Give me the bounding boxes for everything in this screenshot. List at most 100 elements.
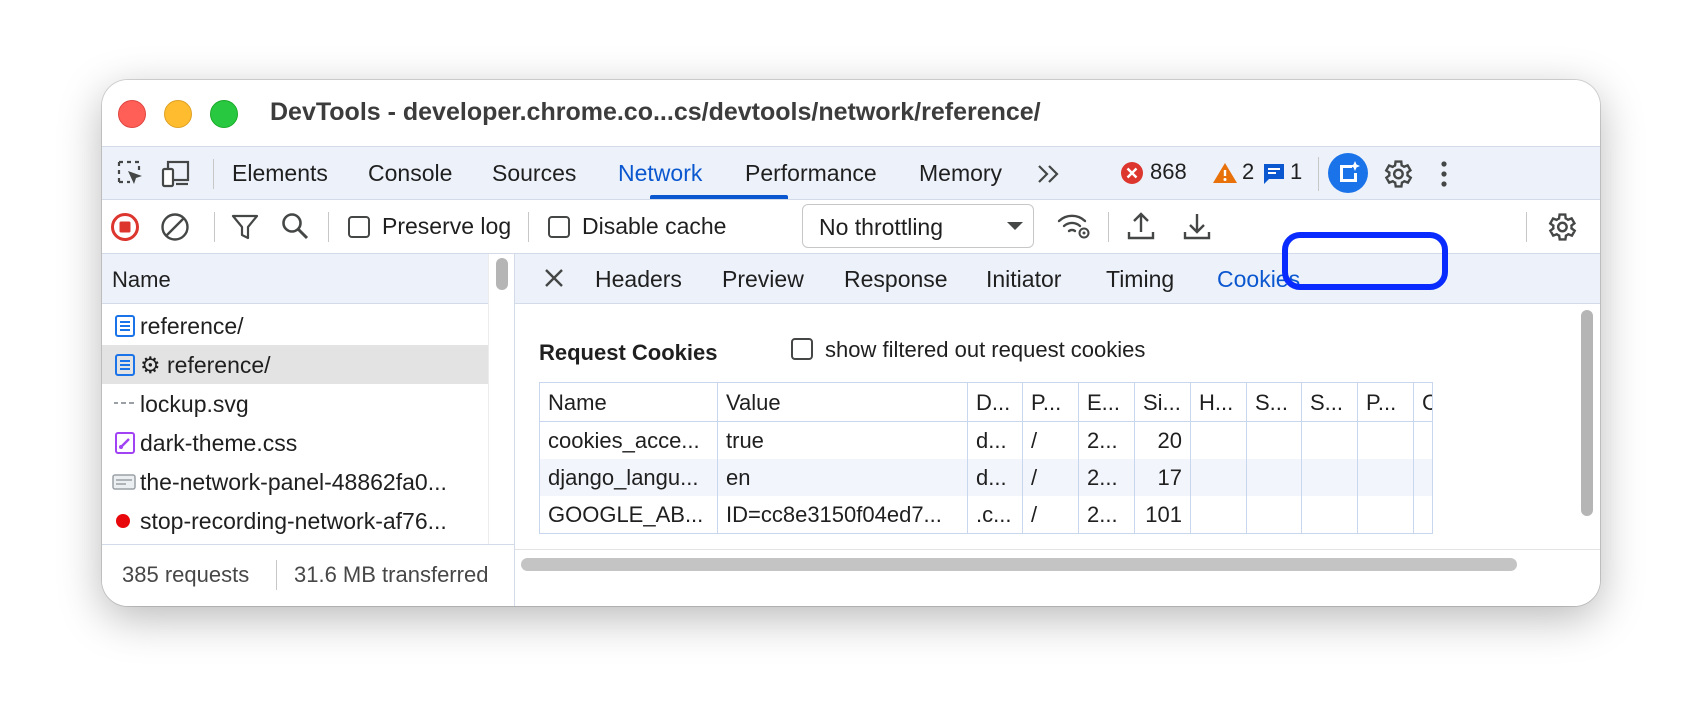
scrollbar-thumb[interactable] bbox=[521, 558, 1517, 571]
request-row[interactable]: stop-recording-network-af76... bbox=[102, 501, 488, 540]
throttling-value: No throttling bbox=[819, 214, 944, 240]
red-dot-icon bbox=[116, 514, 130, 528]
search-icon[interactable] bbox=[280, 211, 310, 241]
name-column-label: Name bbox=[112, 267, 171, 292]
tab-memory[interactable]: Memory bbox=[919, 147, 1002, 200]
disable-cache-label[interactable]: Disable cache bbox=[582, 213, 726, 240]
preserve-log-checkbox[interactable] bbox=[348, 216, 370, 238]
stop-recording-icon[interactable] bbox=[110, 212, 140, 242]
inspect-element-icon[interactable] bbox=[116, 159, 146, 189]
window-title: DevTools - developer.chrome.co...cs/devt… bbox=[270, 98, 1041, 126]
show-filtered-cookies-label[interactable]: show filtered out request cookies bbox=[825, 337, 1145, 363]
cookie-httponly bbox=[1191, 422, 1247, 459]
device-toolbar-icon[interactable] bbox=[160, 159, 192, 189]
minimize-window-button[interactable] bbox=[164, 100, 192, 128]
cookie-expires: 2... bbox=[1079, 459, 1135, 496]
tab-network[interactable]: Network bbox=[618, 147, 702, 200]
preserve-log-label[interactable]: Preserve log bbox=[382, 213, 511, 240]
cookie-samesite bbox=[1302, 496, 1358, 533]
cookie-path: / bbox=[1023, 496, 1079, 533]
request-list-pane: Name reference/ ⚙ reference/ lockup.svg bbox=[102, 254, 515, 606]
cookie-priority bbox=[1358, 422, 1414, 459]
request-row[interactable]: reference/ bbox=[102, 306, 488, 345]
tab-preview[interactable]: Preview bbox=[722, 254, 804, 304]
disable-cache-checkbox[interactable] bbox=[548, 216, 570, 238]
column-header-httponly[interactable]: H... bbox=[1191, 383, 1247, 422]
cookie-path: / bbox=[1023, 459, 1079, 496]
tab-elements[interactable]: Elements bbox=[232, 147, 328, 200]
tab-console[interactable]: Console bbox=[368, 147, 452, 200]
main-tab-bar: Elements Console Sources Network Perform… bbox=[102, 146, 1600, 200]
tab-initiator[interactable]: Initiator bbox=[986, 254, 1061, 304]
column-header-path[interactable]: P... bbox=[1023, 383, 1079, 422]
cookie-samesite bbox=[1302, 459, 1358, 496]
separator bbox=[276, 560, 277, 590]
error-count[interactable]: 868 bbox=[1150, 159, 1187, 185]
tab-timing[interactable]: Timing bbox=[1106, 254, 1174, 304]
import-har-icon[interactable] bbox=[1126, 210, 1156, 242]
message-icon[interactable] bbox=[1262, 162, 1286, 186]
cookies-panel: Request Cookies show filtered out reques… bbox=[515, 304, 1575, 549]
column-header-domain[interactable]: D... bbox=[968, 383, 1023, 422]
error-icon[interactable] bbox=[1120, 161, 1144, 185]
column-header-name[interactable]: Name bbox=[540, 383, 718, 422]
request-list-scrollbar[interactable] bbox=[488, 254, 514, 544]
stylesheet-icon bbox=[115, 432, 135, 454]
image-icon bbox=[112, 474, 136, 490]
document-icon bbox=[115, 354, 135, 376]
throttling-select[interactable]: No throttling bbox=[802, 204, 1034, 248]
column-header-samesite[interactable]: S... bbox=[1302, 383, 1358, 422]
network-conditions-icon[interactable] bbox=[1056, 210, 1092, 242]
request-row[interactable]: the-network-panel-48862fa0... bbox=[102, 462, 488, 501]
separator bbox=[528, 212, 529, 242]
ai-assistance-icon[interactable] bbox=[1328, 153, 1368, 193]
message-count[interactable]: 1 bbox=[1290, 159, 1302, 185]
request-row[interactable]: dark-theme.css bbox=[102, 423, 488, 462]
tab-sources[interactable]: Sources bbox=[492, 147, 576, 200]
cookie-size: 20 bbox=[1135, 422, 1191, 459]
filter-icon[interactable] bbox=[230, 212, 260, 242]
warning-icon[interactable] bbox=[1212, 161, 1238, 185]
cookie-expires: 2... bbox=[1079, 422, 1135, 459]
column-header-cookie-partition[interactable]: C bbox=[1414, 383, 1432, 422]
network-settings-gear-icon[interactable] bbox=[1544, 210, 1578, 244]
warning-count[interactable]: 2 bbox=[1242, 159, 1254, 185]
cookies-table: Name Value D... P... E... Si... H... S..… bbox=[539, 382, 1433, 534]
scrollbar-thumb[interactable] bbox=[496, 258, 508, 290]
more-options-icon[interactable] bbox=[1438, 159, 1450, 189]
tab-response[interactable]: Response bbox=[844, 254, 948, 304]
cookie-priority bbox=[1358, 459, 1414, 496]
cookie-priority bbox=[1358, 496, 1414, 533]
show-filtered-cookies-checkbox[interactable] bbox=[791, 338, 813, 360]
cookie-value: en bbox=[718, 459, 968, 496]
document-icon bbox=[115, 315, 135, 337]
close-icon[interactable] bbox=[543, 267, 565, 289]
export-har-icon[interactable] bbox=[1182, 210, 1212, 242]
clear-icon[interactable] bbox=[160, 212, 190, 242]
cookie-domain: d... bbox=[968, 422, 1023, 459]
tab-headers[interactable]: Headers bbox=[595, 254, 682, 304]
details-horizontal-scrollbar[interactable] bbox=[515, 549, 1600, 606]
separator bbox=[1526, 212, 1527, 242]
details-vertical-scrollbar[interactable] bbox=[1575, 304, 1600, 549]
column-header-secure[interactable]: S... bbox=[1247, 383, 1302, 422]
settings-gear-icon[interactable] bbox=[1380, 157, 1414, 191]
column-header-expires[interactable]: E... bbox=[1079, 383, 1135, 422]
tab-performance[interactable]: Performance bbox=[745, 147, 877, 200]
column-header-size[interactable]: Si... bbox=[1135, 383, 1191, 422]
name-column-header[interactable]: Name bbox=[102, 254, 488, 304]
separator bbox=[1318, 157, 1319, 191]
column-header-value[interactable]: Value bbox=[718, 383, 968, 422]
tab-cookies[interactable]: Cookies bbox=[1217, 254, 1300, 304]
close-window-button[interactable] bbox=[118, 100, 146, 128]
cookie-domain: .c... bbox=[968, 496, 1023, 533]
zoom-window-button[interactable] bbox=[210, 100, 238, 128]
request-count: 385 requests bbox=[122, 562, 250, 587]
request-row[interactable]: lockup.svg bbox=[102, 384, 488, 423]
title-bar: DevTools - developer.chrome.co...cs/devt… bbox=[102, 80, 1600, 146]
more-tabs-chevron-icon[interactable] bbox=[1036, 163, 1062, 185]
scrollbar-thumb[interactable] bbox=[1581, 310, 1593, 516]
network-status-bar: 385 requests 31.6 MB transferred bbox=[102, 544, 514, 606]
column-header-priority[interactable]: P... bbox=[1358, 383, 1414, 422]
request-row-selected[interactable]: ⚙ reference/ bbox=[102, 345, 488, 384]
